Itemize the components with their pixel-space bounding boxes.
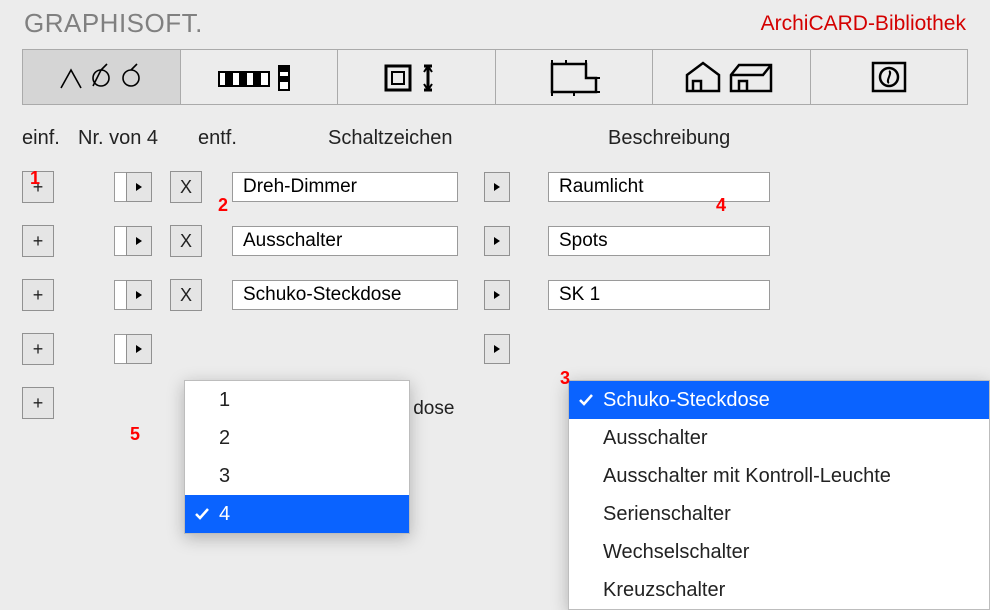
nr-dropdown-button[interactable] [126,334,152,364]
beschreibung-field[interactable] [548,280,770,310]
menu-item[interactable]: Serienschalter [569,495,989,533]
menu-item[interactable]: Wechselschalter [569,533,989,571]
type-dropdown-button[interactable] [484,172,510,202]
add-button[interactable]: + [22,279,54,311]
col-schaltzeichen: Schaltzeichen [288,127,598,150]
col-beschreibung: Beschreibung [598,127,848,150]
table-row: + X [22,268,990,322]
table-row: + [22,322,990,376]
nr-dropdown-menu: 1 2 3 4 [184,380,410,534]
table-row: + X [22,214,990,268]
tool-section[interactable] [338,50,496,104]
type-dropdown-button[interactable] [484,334,510,364]
table-row: + X [22,160,990,214]
add-button[interactable]: + [22,387,54,419]
tool-symbol[interactable] [811,50,968,104]
menu-item[interactable]: Ausschalter mit Kontroll-Leuchte [569,457,989,495]
add-button[interactable]: + [22,171,54,203]
nr-dropdown-button[interactable] [126,172,152,202]
menu-item[interactable]: Schuko-Steckdose [569,381,989,419]
menu-item[interactable]: 1 [185,381,409,419]
schaltzeichen-field[interactable] [232,280,458,310]
menu-item[interactable]: 4 [185,495,409,533]
schaltzeichen-field[interactable] [232,226,458,256]
menu-item[interactable]: 3 [185,457,409,495]
menu-item[interactable]: Kreuzschalter [569,571,989,609]
tool-floorplan[interactable] [496,50,654,104]
tool-buildings[interactable] [653,50,811,104]
tool-electrical[interactable] [23,50,181,104]
check-icon [577,388,595,406]
tool-ruler[interactable] [181,50,339,104]
add-button[interactable]: + [22,225,54,257]
check-icon [193,502,211,520]
tool-strip [22,49,968,105]
library-name: ArchiCARD-Bibliothek [761,12,966,36]
remove-button[interactable]: X [170,225,202,257]
schaltzeichen-field[interactable] [232,172,458,202]
beschreibung-field[interactable] [548,226,770,256]
remove-button[interactable]: X [170,279,202,311]
remove-button[interactable]: X [170,171,202,203]
nr-dropdown-button[interactable] [126,226,152,256]
col-nrvon: Nr. von 4 [78,127,198,150]
add-button[interactable]: + [22,333,54,365]
col-entf: entf. [198,127,288,150]
beschreibung-field[interactable] [548,172,770,202]
logo: GRAPHISOFT. [24,8,203,39]
type-dropdown-menu: Schuko-Steckdose Ausschalter Ausschalter… [568,380,990,610]
col-einf: einf. [22,127,78,150]
nr-dropdown-button[interactable] [126,280,152,310]
menu-item[interactable]: 2 [185,419,409,457]
column-headers: einf. Nr. von 4 entf. Schaltzeichen Besc… [0,105,990,160]
menu-item[interactable]: Ausschalter [569,419,989,457]
type-dropdown-button[interactable] [484,280,510,310]
type-dropdown-button[interactable] [484,226,510,256]
header: GRAPHISOFT. ArchiCARD-Bibliothek [0,0,990,43]
